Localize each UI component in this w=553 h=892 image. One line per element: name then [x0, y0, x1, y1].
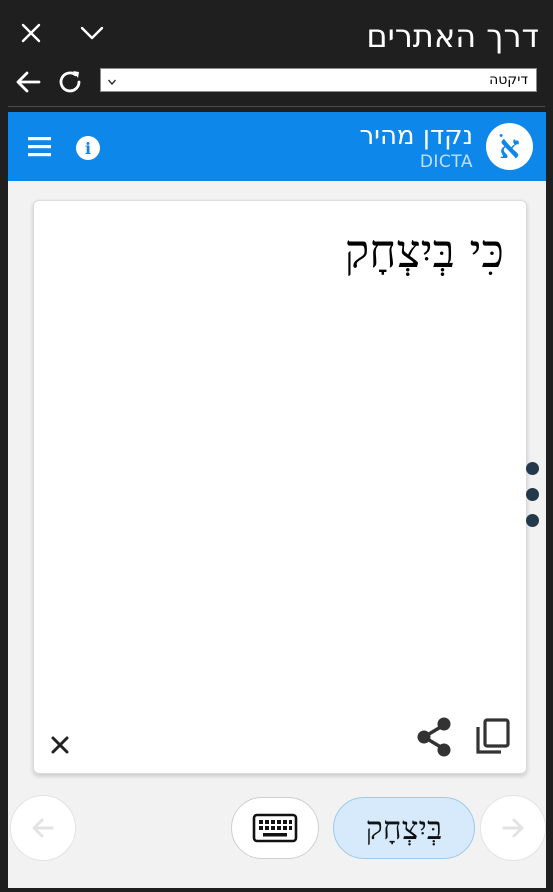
editor-text[interactable]: כִּי בְּיִצְחָק	[345, 219, 504, 283]
address-select[interactable]: דיקטה	[100, 68, 537, 92]
select-caret-icon	[107, 72, 117, 91]
arrow-right-icon	[502, 818, 524, 838]
app-title: נקדן מהיר	[359, 121, 473, 151]
dot-icon	[526, 514, 539, 527]
selected-word-button[interactable]: בְּיִצְחָק	[333, 797, 475, 859]
chevron-down-icon	[80, 26, 104, 40]
arrow-left-icon	[32, 818, 54, 838]
more-options-button[interactable]	[522, 460, 542, 530]
selected-word-label: בְּיִצְחָק	[365, 809, 443, 847]
reload-button[interactable]	[54, 66, 86, 98]
next-word-button[interactable]	[480, 795, 546, 861]
dot-icon	[526, 488, 539, 501]
dicta-logo: אֹ	[486, 123, 533, 170]
reload-icon	[59, 71, 81, 93]
back-arrow-icon	[16, 71, 41, 93]
copy-button[interactable]	[474, 717, 512, 757]
divider	[8, 106, 545, 107]
share-button[interactable]	[416, 717, 452, 757]
close-icon	[51, 736, 69, 754]
keyboard-icon	[252, 813, 298, 843]
previous-word-button[interactable]	[10, 795, 76, 861]
app-subtitle: DICTA	[419, 152, 473, 172]
copy-icon	[476, 718, 510, 754]
window-titlebar: דרך האתרים	[0, 0, 553, 64]
menu-icon	[28, 137, 51, 157]
window-menu-button[interactable]	[77, 18, 107, 48]
close-window-button[interactable]	[16, 18, 46, 48]
hamburger-menu-button[interactable]	[28, 136, 52, 158]
address-value: דיקטה	[489, 72, 528, 88]
browser-navbar: דיקטה	[0, 64, 553, 102]
clear-button[interactable]	[48, 733, 72, 757]
window-title: דרך האתרים	[366, 17, 539, 55]
keyboard-button[interactable]	[231, 797, 319, 859]
back-button[interactable]	[12, 66, 44, 98]
share-icon	[417, 717, 451, 757]
editor-card: כִּי בְּיִצְחָק	[33, 200, 527, 774]
web-page: אֹ נקדן מהיר DICTA i כִּי בְּיִצְחָק בְּ…	[8, 112, 546, 888]
app-header: אֹ נקדן מהיר DICTA i	[8, 112, 546, 181]
close-icon	[21, 23, 41, 43]
dot-icon	[526, 462, 539, 475]
info-button[interactable]: i	[76, 136, 100, 160]
